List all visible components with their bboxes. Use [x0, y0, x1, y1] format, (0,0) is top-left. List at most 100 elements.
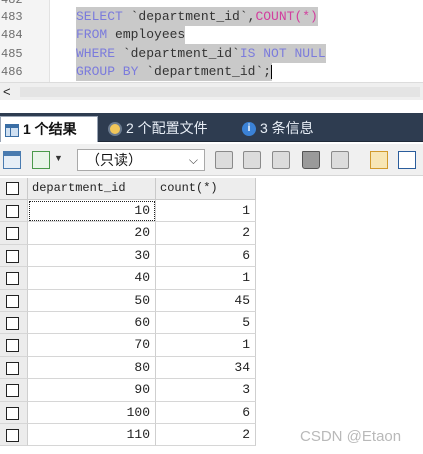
row-checkbox-cell — [0, 200, 28, 223]
cell-department-id[interactable]: 30 — [28, 244, 156, 268]
row-checkbox-cell — [0, 401, 28, 424]
sql-identifier: employees — [107, 27, 186, 42]
text-caret — [271, 64, 273, 79]
mode-select-value: （只读） — [86, 152, 142, 168]
code-line-from[interactable]: FROM employees — [76, 25, 186, 44]
insert-row-icon[interactable] — [32, 151, 50, 169]
grid-view-icon[interactable] — [370, 151, 388, 169]
sql-keyword: IS NOT NULL — [239, 46, 326, 61]
cell-count[interactable]: 34 — [156, 356, 256, 380]
sql-identifier: `department_id`, — [122, 9, 256, 24]
cell-count[interactable]: 45 — [156, 289, 256, 312]
row-checkbox[interactable] — [6, 429, 19, 442]
cell-count[interactable]: 3 — [156, 379, 256, 402]
tab-label: 2 个配置文件 — [126, 120, 208, 136]
row-checkbox[interactable] — [6, 294, 19, 308]
table-row[interactable]: 40 1 — [0, 267, 423, 290]
line-number: 485 — [1, 47, 23, 61]
grid-export-icon[interactable] — [3, 151, 21, 169]
scroll-left-icon[interactable]: < — [3, 83, 11, 101]
result-grid[interactable]: department_id count(*) 10 1 20 2 30 6 40 1 50 45 6… — [0, 178, 423, 454]
scrollbar-thumb[interactable] — [20, 87, 420, 97]
row-checkbox[interactable] — [6, 227, 19, 241]
cell-department-id[interactable]: 60 — [28, 312, 156, 335]
editor-horizontal-scrollbar[interactable]: < — [0, 82, 423, 100]
select-all-checkbox[interactable] — [6, 182, 19, 195]
table-row[interactable]: 80 34 — [0, 356, 423, 380]
row-checkbox-cell — [0, 334, 28, 357]
table-row[interactable]: 70 1 — [0, 334, 423, 357]
cell-count[interactable]: 1 — [156, 267, 256, 290]
sql-editor[interactable]: 482 483 484 485 486 SELECT `department_i… — [0, 0, 423, 82]
cell-count[interactable]: 2 — [156, 222, 256, 245]
cell-department-id[interactable]: 20 — [28, 222, 156, 245]
row-checkbox[interactable] — [6, 384, 19, 398]
cell-count[interactable]: 1 — [156, 200, 256, 223]
cell-department-id[interactable]: 70 — [28, 334, 156, 357]
sql-identifier: `department_id` — [115, 46, 240, 61]
sql-function-args: (*) — [294, 9, 318, 24]
cell-count[interactable]: 2 — [156, 424, 256, 447]
select-all-header[interactable] — [0, 178, 28, 200]
duplicate-icon[interactable] — [243, 151, 261, 169]
cell-department-id[interactable]: 10 — [28, 200, 156, 223]
cell-count[interactable]: 1 — [156, 334, 256, 357]
tab-results[interactable]: 1 个结果 — [0, 116, 98, 142]
chevron-down-icon: ⌵ — [188, 153, 198, 167]
mode-select[interactable]: （只读） ⌵ — [77, 149, 205, 171]
column-header-count[interactable]: count(*) — [156, 178, 256, 200]
table-row[interactable]: 20 2 — [0, 222, 423, 245]
table-row[interactable]: 100 6 — [0, 401, 423, 424]
row-checkbox[interactable] — [6, 406, 19, 420]
cell-count[interactable]: 6 — [156, 244, 256, 268]
dropdown-arrow-icon[interactable]: ▼ — [54, 153, 63, 163]
cell-department-id[interactable]: 80 — [28, 356, 156, 380]
row-checkbox-cell — [0, 356, 28, 380]
table-row[interactable]: 10 1 — [0, 200, 423, 223]
refresh-icon[interactable] — [215, 151, 233, 169]
row-checkbox-cell — [0, 222, 28, 245]
row-checkbox-cell — [0, 244, 28, 268]
row-checkbox-cell — [0, 267, 28, 290]
table-row[interactable]: 60 5 — [0, 312, 423, 335]
row-checkbox-cell — [0, 312, 28, 335]
row-checkbox[interactable] — [6, 249, 19, 263]
cell-department-id[interactable]: 90 — [28, 379, 156, 402]
table-row[interactable]: 90 3 — [0, 379, 423, 402]
info-icon: i — [242, 122, 256, 137]
cell-count[interactable]: 5 — [156, 312, 256, 335]
cancel-icon[interactable] — [331, 151, 349, 169]
tab-profiles[interactable]: 2 个配置文件 — [104, 116, 228, 142]
tab-messages[interactable]: i 3 条信息 — [238, 116, 334, 142]
result-toolbar: ▼ （只读） ⌵ — [0, 144, 423, 176]
save-icon[interactable] — [272, 151, 290, 169]
code-line-where[interactable]: WHERE `department_id`IS NOT NULL — [76, 44, 326, 63]
sql-keyword: WHERE — [76, 46, 116, 61]
row-checkbox[interactable] — [6, 317, 19, 330]
cell-count[interactable]: 6 — [156, 401, 256, 424]
sql-keyword: SELECT — [76, 9, 123, 24]
code-line-group-by[interactable]: GROUP BY `department_id`; — [76, 62, 273, 81]
form-view-icon[interactable] — [398, 151, 416, 169]
table-row[interactable]: 30 6 — [0, 244, 423, 268]
sql-keyword: FROM — [76, 27, 108, 42]
table-row[interactable]: 50 45 — [0, 289, 423, 312]
row-checkbox[interactable] — [6, 339, 19, 353]
line-number-gutter: 482 483 484 485 486 — [0, 0, 50, 82]
cell-department-id[interactable]: 100 — [28, 401, 156, 424]
row-checkbox-cell — [0, 424, 28, 447]
cell-department-id[interactable]: 110 — [28, 424, 156, 447]
line-number: 484 — [1, 28, 23, 42]
sql-keyword: GROUP BY — [76, 64, 139, 79]
result-tab-bar: 1 个结果 2 个配置文件 i 3 条信息 — [0, 113, 423, 142]
cell-department-id[interactable]: 40 — [28, 267, 156, 290]
cell-department-id[interactable]: 50 — [28, 289, 156, 312]
tab-label: 1 个结果 — [23, 121, 77, 137]
code-line-select[interactable]: SELECT `department_id`,COUNT(*) — [76, 7, 318, 26]
row-checkbox[interactable] — [6, 361, 19, 375]
row-checkbox[interactable] — [6, 205, 19, 218]
result-grid-icon — [5, 123, 19, 137]
trash-icon[interactable] — [302, 151, 320, 169]
row-checkbox[interactable] — [6, 272, 19, 286]
column-header-department-id[interactable]: department_id — [28, 178, 156, 200]
